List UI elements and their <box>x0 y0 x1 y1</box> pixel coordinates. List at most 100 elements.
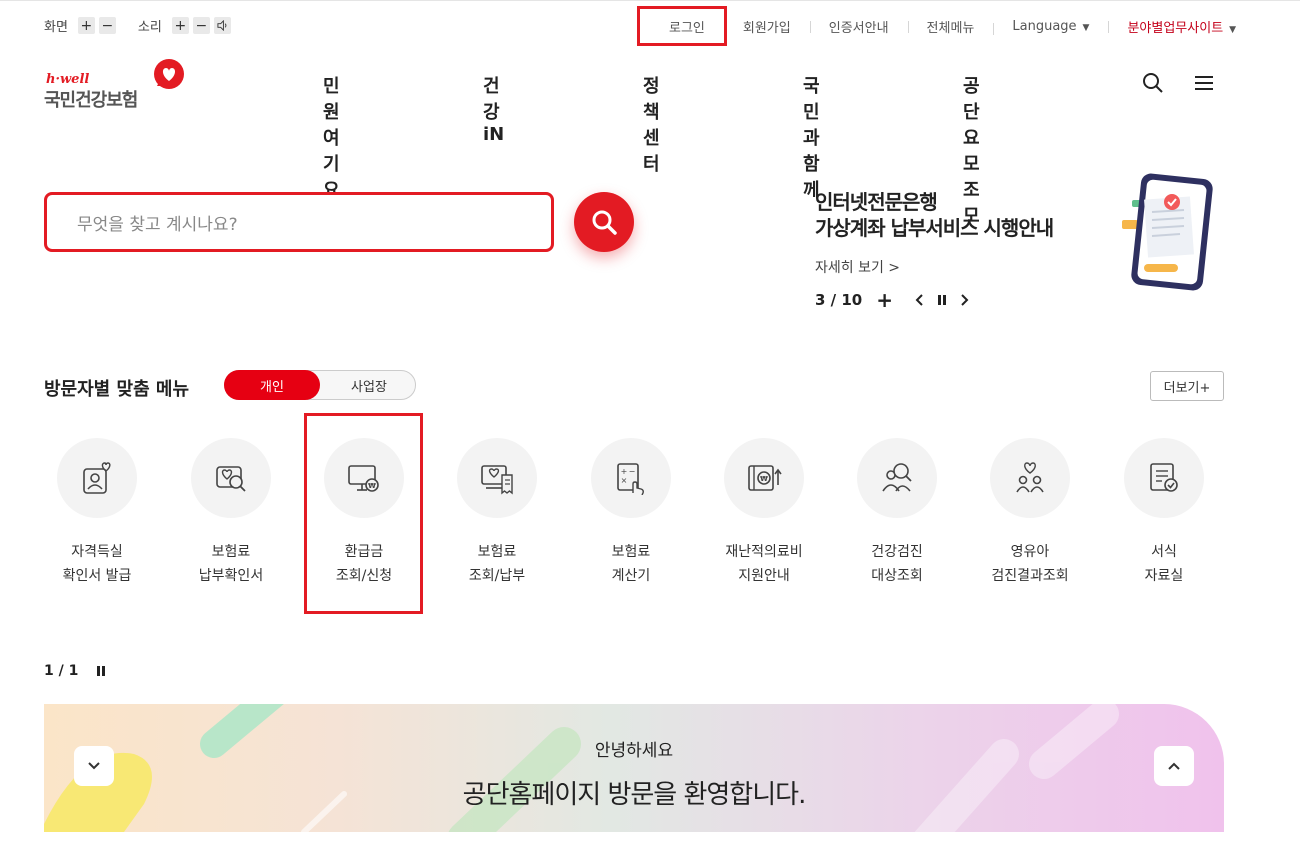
caret-down-icon: ▼ <box>1229 24 1237 35</box>
service-item-calculator[interactable]: + − × 보험료 계산기 <box>564 438 698 588</box>
service-label: 보험료 계산기 <box>564 540 698 588</box>
service-icon-circle: ₩ <box>724 438 804 518</box>
pause-icon[interactable] <box>937 294 947 306</box>
all-menu-link[interactable]: 전체메뉴 <box>907 17 994 36</box>
service-item-qualification[interactable]: 자격득실 확인서 발급 <box>30 438 164 588</box>
svg-text:−: − <box>629 467 636 476</box>
visitor-type-toggle: 개인 사업장 <box>224 370 416 400</box>
service-label-line1: 건강검진 <box>871 544 923 560</box>
utility-links: 로그인 회원가입 인증서안내 전체메뉴 Language ▼ 분야별업무사이트 ▼ <box>650 16 1255 36</box>
service-label: 건강검진 대상조회 <box>830 540 964 588</box>
people-search-icon <box>882 463 912 492</box>
toggle-personal[interactable]: 개인 <box>224 370 320 400</box>
doc-search-icon <box>216 466 246 492</box>
service-icon-circle <box>857 438 937 518</box>
chevron-right-icon[interactable] <box>959 294 969 306</box>
nav-item-civil[interactable]: 민원여기요 <box>323 72 340 202</box>
language-select[interactable]: Language ▼ <box>993 18 1108 35</box>
svg-text:+: + <box>621 467 628 476</box>
service-icon-circle <box>1124 438 1204 518</box>
zoom-in-button[interactable]: + <box>77 17 95 34</box>
service-label-line1: 자격득실 <box>71 544 123 560</box>
service-item-forms[interactable]: 서식 자료실 <box>1097 438 1231 588</box>
nav-item-health[interactable]: 건강iN <box>483 72 504 145</box>
search-icon[interactable] <box>1142 72 1164 94</box>
service-icon-circle <box>57 438 137 518</box>
search-button[interactable] <box>574 192 634 252</box>
service-icon-circle <box>990 438 1070 518</box>
nav-item-together[interactable]: 국민과함께 <box>803 72 820 202</box>
won-arrow-icon: ₩ <box>748 465 782 491</box>
refund-highlight-box <box>304 413 423 614</box>
svg-text:₩: ₩ <box>760 475 768 483</box>
caret-down-icon: ▼ <box>1082 22 1090 33</box>
service-label: 보험료 납부확인서 <box>164 540 298 588</box>
screen-zoom-label: 화면 <box>44 20 68 35</box>
service-label-line1: 서식 <box>1151 544 1177 560</box>
banner-decoration <box>44 704 1119 832</box>
more-button[interactable]: 더보기+ <box>1150 371 1224 401</box>
signup-link[interactable]: 회원가입 <box>723 17 810 36</box>
volume-down-button[interactable]: − <box>192 17 210 34</box>
nav-item-policy[interactable]: 정책센터 <box>643 72 660 176</box>
screen-zoom-group: 화면 + − <box>44 16 116 35</box>
cert-guide-link[interactable]: 인증서안내 <box>809 17 908 36</box>
service-label-line2: 납부확인서 <box>198 568 264 584</box>
login-highlight-box <box>637 6 727 46</box>
promo-more-link[interactable]: 자세히 보기 > <box>815 257 900 277</box>
top-divider <box>0 0 1300 3</box>
service-item-checkup-target[interactable]: 건강검진 대상조회 <box>830 438 964 588</box>
toggle-business[interactable]: 사업장 <box>321 371 417 399</box>
volume-up-button[interactable]: + <box>171 17 189 34</box>
logo-name: 국민건강보험 <box>44 90 138 111</box>
service-label-line2: 대상조회 <box>871 568 923 584</box>
service-icon-circle: + − × <box>591 438 671 518</box>
svg-text:×: × <box>621 476 628 485</box>
service-label-line2: 자료실 <box>1144 568 1184 584</box>
phone-bill-illustration <box>1122 173 1213 291</box>
service-label-line1: 재난적의료비 <box>725 544 803 560</box>
service-item-medical-support[interactable]: ₩ 재난적의료비 지원안내 <box>697 438 831 588</box>
service-label-line2: 조회/납부 <box>468 568 526 584</box>
monitor-receipt-icon <box>481 465 513 495</box>
pause-icon[interactable] <box>96 665 106 677</box>
children-heart-icon <box>1016 462 1044 493</box>
zoom-out-button[interactable]: − <box>98 17 116 34</box>
visitor-menu-title: 방문자별 맞춤 메뉴 <box>44 379 190 400</box>
service-item-premium-pay[interactable]: 보험료 조회/납부 <box>430 438 564 588</box>
accessibility-controls: 화면 + − 소리 + − <box>44 16 253 35</box>
service-label-line1: 보험료 <box>611 544 651 560</box>
service-label: 서식 자료실 <box>1097 540 1231 588</box>
sound-label: 소리 <box>137 20 162 35</box>
form-check-icon <box>1150 463 1178 492</box>
site-logo[interactable]: h·well 국민건강보험 <box>44 58 194 111</box>
field-sites-label: 분야별업무사이트 <box>1127 20 1224 36</box>
person-heart-icon <box>83 462 111 494</box>
service-label-line1: 보험료 <box>211 544 251 560</box>
service-item-infant-checkup[interactable]: 영유아 검진결과조회 <box>963 438 1097 588</box>
service-label-line2: 지원안내 <box>738 568 790 584</box>
promo-title[interactable]: 인터넷전문은행 가상계좌 납부서비스 시행안내 <box>815 189 1054 241</box>
promo-title-line1: 인터넷전문은행 <box>815 190 938 214</box>
service-item-payment-cert[interactable]: 보험료 납부확인서 <box>164 438 298 588</box>
welcome-banner: 안녕하세요 공단홈페이지 방문을 환영합니다. <box>44 704 1224 832</box>
banner-collapse-button[interactable] <box>74 746 114 786</box>
search-input[interactable]: 무엇을 찾고 계시나요? <box>44 192 554 252</box>
hamburger-menu-icon[interactable] <box>1193 72 1215 94</box>
service-label: 재난적의료비 지원안내 <box>697 540 831 588</box>
service-pager: 1 / 1 <box>44 663 106 679</box>
service-page-indicator: 1 / 1 <box>44 663 79 679</box>
speaker-icon[interactable] <box>213 17 231 34</box>
language-label: Language <box>1012 18 1077 34</box>
service-label-line2: 계산기 <box>611 568 651 584</box>
field-sites-select[interactable]: 분야별업무사이트 ▼ <box>1108 17 1255 36</box>
promo-page-indicator: 3 / 10 <box>815 291 863 309</box>
banner-expand-button[interactable] <box>1154 746 1194 786</box>
logo-heart-icon <box>154 59 184 89</box>
promo-pager: 3 / 10 + <box>815 288 969 312</box>
promo-add-button[interactable]: + <box>876 288 893 312</box>
promo-title-line2: 가상계좌 납부서비스 시행안내 <box>815 216 1054 240</box>
chevron-left-icon[interactable] <box>915 294 925 306</box>
service-label-line2: 검진결과조회 <box>991 568 1069 584</box>
logo-tagline: h·well <box>46 72 90 87</box>
